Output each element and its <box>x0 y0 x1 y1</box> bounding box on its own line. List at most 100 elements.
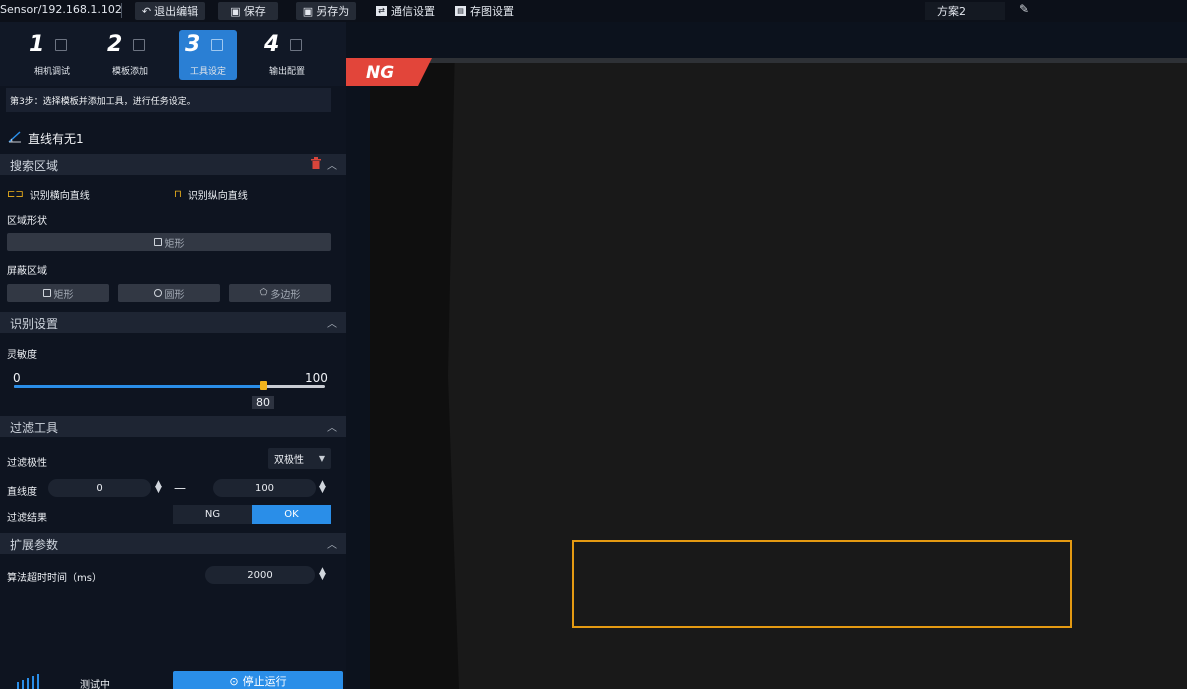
comm-settings-button[interactable]: ⇄ 通信设置 <box>376 3 435 19</box>
linearity-max-input[interactable]: 100 <box>213 479 316 497</box>
slider-fill <box>14 385 263 388</box>
horizontal-line-option[interactable]: ⊏⊐ 识别横向直线 <box>7 187 90 202</box>
chevron-up-icon[interactable]: ︿ <box>327 315 337 330</box>
step-number: 3 <box>185 32 201 57</box>
slider-min-label: 0 <box>13 371 21 385</box>
shape-label: 圆形 <box>164 289 185 301</box>
step-2-template-add[interactable]: 2 模板添加 <box>101 30 159 80</box>
exit-edit-button[interactable]: ↶ 退出编辑 <box>135 2 205 20</box>
roi-rectangle[interactable] <box>572 540 1072 628</box>
slider-thumb[interactable] <box>260 381 267 390</box>
line-tool-icon <box>8 131 22 146</box>
spinner-icon[interactable]: ▲ ▼ <box>319 480 326 495</box>
chevron-up-icon[interactable]: ︿ <box>327 419 337 434</box>
extended-params-header[interactable]: 扩展参数 ︿ <box>0 533 346 554</box>
rectangle-icon <box>42 289 51 297</box>
save-label: 保存 <box>243 5 266 18</box>
tool-title: 直线有无1 <box>8 130 84 147</box>
mask-circle-button[interactable]: 圆形 <box>118 284 220 302</box>
sensitivity-label: 灵敏度 <box>7 350 37 361</box>
chevron-up-icon[interactable]: ︿ <box>327 536 337 551</box>
comm-settings-label: 通信设置 <box>391 5 435 18</box>
shape-label: 矩形 <box>53 289 74 301</box>
input-value: 100 <box>254 482 275 494</box>
range-dash: — <box>174 481 186 495</box>
scheme-label: 方案2 <box>937 5 966 18</box>
edit-pencil-icon[interactable]: ✎ <box>1019 2 1029 16</box>
ng-badge-shape: NG <box>346 58 432 86</box>
linearity-label: 直线度 <box>7 487 37 498</box>
step-tip: 第3步：选择模板并添加工具，进行任务设定。 <box>6 88 331 112</box>
vertical-line-icon: ⊓ <box>174 189 182 200</box>
stop-run-button[interactable]: ⊙ 停止运行 <box>173 671 343 689</box>
filter-result-ok[interactable]: OK <box>252 505 331 524</box>
spinner-icon[interactable]: ▲ ▼ <box>319 567 326 582</box>
ng-badge-text: NG <box>366 63 394 83</box>
step-4-output-config[interactable]: 4 输出配置 <box>258 30 316 80</box>
scheme-selector[interactable]: 方案2 <box>925 2 1005 20</box>
output-icon <box>290 39 302 51</box>
step-1-camera-debug[interactable]: 1 相机调试 <box>23 30 81 80</box>
filter-polarity-dropdown[interactable]: 双极性 ▼ <box>268 448 331 469</box>
stop-circle-icon: ⊙ <box>229 674 239 688</box>
status-text: 测试中 <box>80 680 110 689</box>
comm-icon: ⇄ <box>376 6 387 16</box>
save-icon: ▣ <box>230 4 241 18</box>
slider-max-label: 100 <box>305 371 328 385</box>
stop-run-label: 停止运行 <box>242 675 287 688</box>
spinner-icon[interactable]: ▲ ▼ <box>155 480 162 495</box>
template-icon <box>133 39 145 51</box>
linearity-min-input[interactable]: 0 <box>48 479 151 497</box>
polygon-icon: ⬠ <box>259 288 268 298</box>
timeout-input[interactable]: 2000 <box>205 566 315 584</box>
section-title: 识别设置 <box>10 317 59 331</box>
chevron-down-icon: ▼ <box>318 454 325 463</box>
image-save-settings-button[interactable]: ▤ 存图设置 <box>455 3 514 19</box>
circle-icon <box>153 289 162 297</box>
filter-polarity-label: 过滤极性 <box>7 458 47 469</box>
chevron-up-icon[interactable]: ︿ <box>327 157 337 172</box>
section-title: 过滤工具 <box>10 421 59 435</box>
vertical-line-option[interactable]: ⊓ 识别纵向直线 <box>174 187 248 202</box>
mask-rect-button[interactable]: 矩形 <box>7 284 109 302</box>
sensitivity-slider[interactable] <box>14 381 325 390</box>
save-button[interactable]: ▣ 保存 <box>218 2 278 20</box>
slider-value: 80 <box>252 396 274 409</box>
mask-polygon-button[interactable]: ⬠ 多边形 <box>229 284 331 302</box>
rectangle-icon <box>153 238 162 246</box>
region-shape-rect-button[interactable]: 矩形 <box>7 233 331 251</box>
option-label: 识别纵向直线 <box>187 191 248 202</box>
exit-edit-label: 退出编辑 <box>154 5 199 18</box>
shape-label: 多边形 <box>270 289 301 301</box>
ng-result-badge: NG <box>346 58 432 86</box>
image-save-settings-label: 存图设置 <box>470 5 514 18</box>
config-panel: 1 相机调试 2 模板添加 3 工具设定 4 输出配置 第3步：选择模板并添加工… <box>0 22 346 689</box>
horizontal-line-icon: ⊏⊐ <box>7 189 24 200</box>
step-label: 工具设定 <box>189 67 226 77</box>
step-label: 相机调试 <box>33 67 70 77</box>
filter-result-label: 过滤结果 <box>7 513 47 524</box>
camera-icon <box>55 39 67 51</box>
step-number: 2 <box>107 32 123 57</box>
step-3-tool-setting[interactable]: 3 工具设定 <box>179 30 237 80</box>
dropdown-value: 双极性 <box>274 455 304 466</box>
section-title: 扩展参数 <box>10 538 59 552</box>
input-value: 0 <box>96 482 103 494</box>
search-area-header[interactable]: 搜索区域 ︿ <box>0 154 346 175</box>
save-as-button[interactable]: ▣ 另存为 <box>296 2 356 20</box>
segment-label: NG <box>204 509 221 520</box>
mask-area-label: 屏蔽区域 <box>7 266 47 277</box>
section-title: 搜索区域 <box>10 159 59 173</box>
timeout-label: 算法超时时间（ms） <box>7 573 102 584</box>
viewer-header <box>346 22 1187 58</box>
filter-tools-header[interactable]: 过滤工具 ︿ <box>0 416 346 437</box>
trash-icon[interactable] <box>311 157 321 169</box>
shape-label: 矩形 <box>164 238 185 250</box>
step-label: 模板添加 <box>111 67 148 77</box>
save-as-icon: ▣ <box>302 4 314 18</box>
signal-bars-icon <box>17 674 39 689</box>
tool-name: 直线有无1 <box>28 132 84 146</box>
step-bar: 1 相机调试 2 模板添加 3 工具设定 4 输出配置 <box>0 22 346 86</box>
recognition-settings-header[interactable]: 识别设置 ︿ <box>0 312 346 333</box>
filter-result-ng[interactable]: NG <box>173 505 252 524</box>
